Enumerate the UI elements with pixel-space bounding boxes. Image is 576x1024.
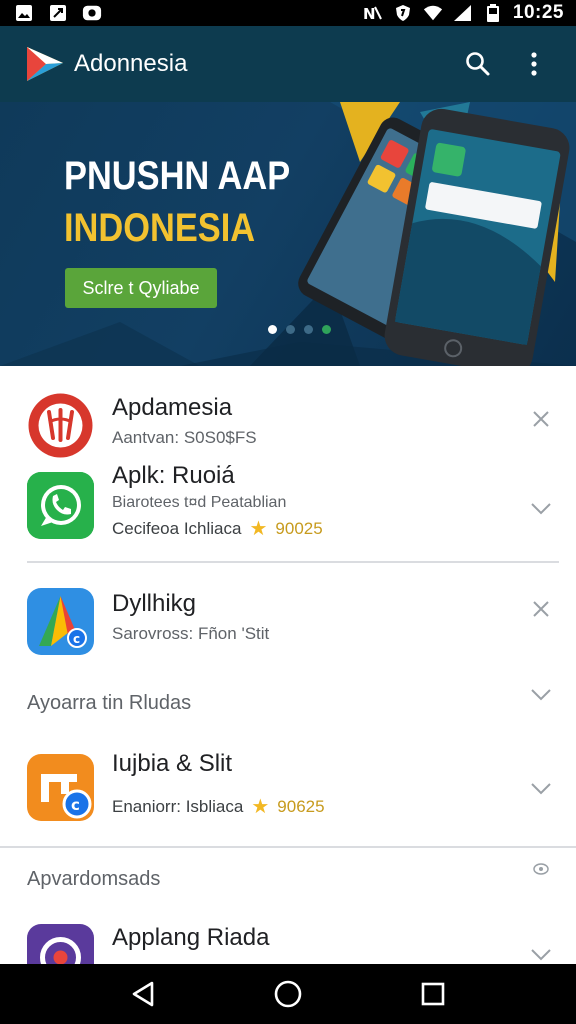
svg-text:c: c (71, 796, 80, 814)
app-rating: 90625 (277, 796, 325, 816)
navigation-icon (48, 4, 68, 22)
app-icon (27, 472, 94, 539)
list-item[interactable]: Applang Riada (0, 916, 576, 964)
wifi-icon (423, 4, 443, 22)
svg-text:c: c (73, 632, 80, 646)
status-bar: N 10:25 (0, 0, 576, 26)
app-developer: Cecifeoa Ichliaca (112, 518, 242, 538)
app-icon (27, 392, 94, 459)
close-icon[interactable] (528, 406, 554, 432)
carousel-dot[interactable] (268, 325, 277, 334)
app-title: Adonnesia (74, 50, 188, 77)
status-notifications (14, 4, 102, 22)
app-name: Iujbia & Slit (112, 750, 233, 777)
app-name: Apdamesia (112, 394, 233, 421)
section-header: Ayoarra tin Rludas (27, 692, 192, 714)
app-icon: c (27, 588, 94, 655)
svg-text:N: N (363, 5, 376, 22)
carousel-dot[interactable] (322, 325, 331, 334)
carousel-dot[interactable] (286, 325, 295, 334)
app-logo-icon (24, 43, 66, 85)
signal-icon (453, 4, 473, 22)
app-developer: Enaniorr: Isbliaca (112, 796, 244, 816)
star-icon: ★ (251, 796, 270, 818)
star-icon: ★ (249, 518, 268, 540)
app-name: Aplk: Ruoiá (112, 462, 235, 489)
chevron-down-icon[interactable] (528, 942, 554, 964)
back-icon[interactable] (121, 972, 165, 1016)
gallery-icon (14, 4, 34, 22)
app-subtitle: Aantvan: S0S0$FS (112, 428, 257, 447)
list-item[interactable]: Aplk: Ruoiá Biarotees t¤d Peatablian Cec… (0, 456, 576, 556)
app-name: Dyllhikg (112, 590, 197, 617)
carousel-indicator[interactable] (268, 325, 331, 334)
list-item[interactable]: c Iujbia & Slit Enaniorr: Isbliaca ★ 906… (0, 742, 576, 842)
chevron-down-icon[interactable] (528, 496, 554, 522)
app-name: Applang Riada (112, 924, 270, 951)
app-icon: c (27, 754, 94, 821)
section-header: Apvardomsads (27, 868, 161, 890)
status-system: N 10:25 (363, 2, 564, 24)
app-bar: Adonnesia (0, 26, 576, 102)
shield-icon (393, 4, 413, 22)
chevron-down-icon[interactable] (528, 776, 554, 802)
carousel-dot[interactable] (304, 325, 313, 334)
app-subtitle: Sarovross: Fñon 'Stit (112, 624, 270, 643)
nfc-icon: N (363, 4, 383, 22)
hero-subtitle: INDONESIA (64, 206, 256, 250)
app-icon (27, 924, 94, 964)
home-icon[interactable] (266, 972, 310, 1016)
app-subtitle: Biarotees t¤d Peatablian (112, 494, 287, 511)
messenger-icon (82, 4, 102, 22)
chevron-down-icon[interactable] (528, 682, 554, 708)
search-icon[interactable] (456, 42, 500, 86)
overflow-menu-icon[interactable] (512, 42, 556, 86)
eye-icon[interactable] (528, 856, 554, 882)
hero-cta-button[interactable]: Sclre t Qyliabe (65, 268, 217, 308)
battery-icon (483, 4, 503, 22)
divider (27, 561, 559, 563)
app-meta: Cecifeoa Ichliaca ★ 90025 (112, 516, 323, 541)
recents-icon[interactable] (411, 972, 455, 1016)
hero-banner[interactable]: PNUSHN AAP INDONESIA Sclre t Qyliabe (0, 102, 576, 366)
close-icon[interactable] (528, 596, 554, 622)
app-meta: Enaniorr: Isbliaca ★ 90625 (112, 794, 325, 819)
navigation-bar (0, 964, 576, 1024)
status-time: 10:25 (512, 2, 564, 23)
app-list[interactable]: Apdamesia Aantvan: S0S0$FS Aplk: Ruoiá B… (0, 366, 576, 964)
divider (0, 846, 576, 848)
hero-title: PNUSHN AAP (64, 154, 291, 198)
list-item[interactable]: c Dyllhikg Sarovross: Fñon 'Stit (0, 578, 576, 668)
app-rating: 90025 (275, 518, 323, 538)
